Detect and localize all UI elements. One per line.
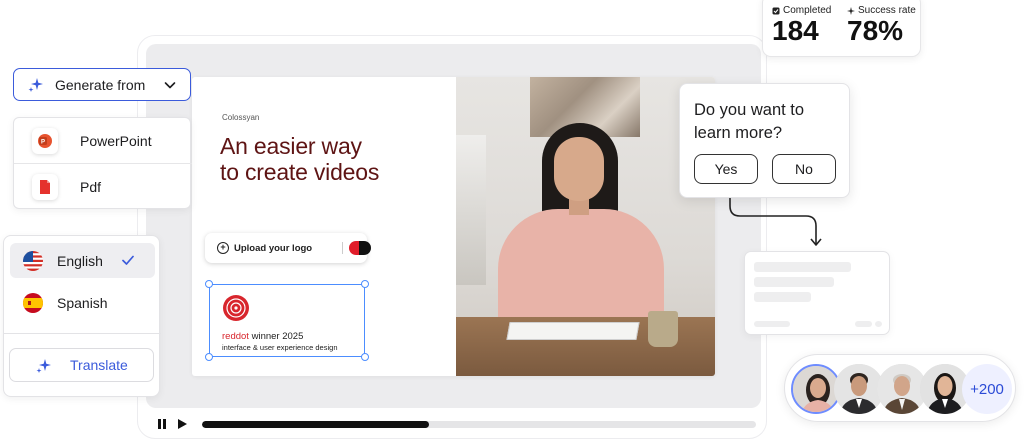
award-subtitle: interface & user experience design: [222, 343, 338, 352]
quiz-card: Do you want to learn more? Yes No: [679, 83, 850, 198]
resize-handle[interactable]: [205, 280, 213, 288]
quiz-question: Do you want to learn more?: [694, 101, 805, 142]
sparkle-icon: [847, 6, 855, 15]
menu-item-label: PowerPoint: [80, 133, 152, 149]
generate-from-label: Generate from: [55, 76, 146, 93]
spain-flag-icon: [23, 293, 43, 313]
completed-value: 184: [772, 15, 819, 46]
award-element-selected[interactable]: reddot winner 2025 interface & user expe…: [205, 280, 369, 361]
language-option-english[interactable]: English: [10, 243, 155, 278]
translate-button[interactable]: Translate: [9, 348, 154, 382]
award-title: reddot winner 2025: [222, 331, 304, 342]
powerpoint-icon: P: [32, 128, 58, 154]
more-avatars-button[interactable]: +200: [962, 364, 1012, 414]
upload-logo-label: Upload your logo: [234, 242, 313, 254]
import-menu: P PowerPoint Pdf: [13, 117, 192, 210]
upload-logo-button[interactable]: + Upload your logo: [205, 233, 371, 263]
svg-text:P: P: [41, 140, 45, 146]
us-flag-icon: [23, 251, 43, 271]
divider: [4, 333, 161, 334]
divider: [342, 242, 343, 254]
red-dot-award-logo: [223, 295, 249, 321]
translate-label: Translate: [70, 357, 128, 373]
video-slide: Colossyan An easier way to create videos…: [192, 77, 715, 376]
placeholder-card: [744, 251, 890, 335]
chevron-down-icon: [164, 82, 176, 89]
resize-handle[interactable]: [361, 353, 369, 361]
play-icon[interactable]: [176, 418, 188, 430]
progress-bar[interactable]: [202, 421, 756, 428]
resize-handle[interactable]: [361, 280, 369, 288]
headline-line-1: An easier way: [220, 133, 362, 159]
menu-item-powerpoint[interactable]: P PowerPoint: [14, 118, 192, 164]
language-option-spanish[interactable]: Spanish: [10, 285, 155, 320]
language-panel: English Spanish Translate: [3, 235, 161, 397]
no-button[interactable]: No: [772, 154, 836, 184]
yes-button[interactable]: Yes: [694, 154, 758, 184]
progress-bar-fill: [202, 421, 430, 428]
resize-handle[interactable]: [205, 353, 213, 361]
language-label: Spanish: [57, 294, 108, 311]
pdf-icon: [32, 174, 58, 200]
check-icon: [122, 255, 134, 265]
branch-arrow-icon: [729, 198, 822, 246]
menu-item-pdf[interactable]: Pdf: [14, 164, 192, 210]
color-toggle[interactable]: [349, 241, 371, 255]
language-label: English: [57, 252, 103, 269]
slide-headline: An easier way to create videos: [220, 133, 379, 185]
headline-line-2: to create videos: [220, 159, 380, 185]
pause-icon[interactable]: [156, 418, 168, 430]
slide-brand: Colossyan: [222, 113, 260, 122]
sparkle-icon: [28, 77, 43, 92]
menu-item-label: Pdf: [80, 179, 102, 195]
success-rate-value: 78%: [847, 15, 904, 46]
plus-icon: +: [217, 242, 229, 254]
generate-from-dropdown[interactable]: Generate from: [13, 68, 191, 101]
completed-icon: [772, 7, 780, 14]
sparkle-icon: [36, 359, 51, 373]
presenter-photo: [456, 77, 715, 376]
avatar-picker: +200: [784, 354, 1016, 422]
stats-card: Completed 184 Success rate 78%: [762, 0, 921, 57]
